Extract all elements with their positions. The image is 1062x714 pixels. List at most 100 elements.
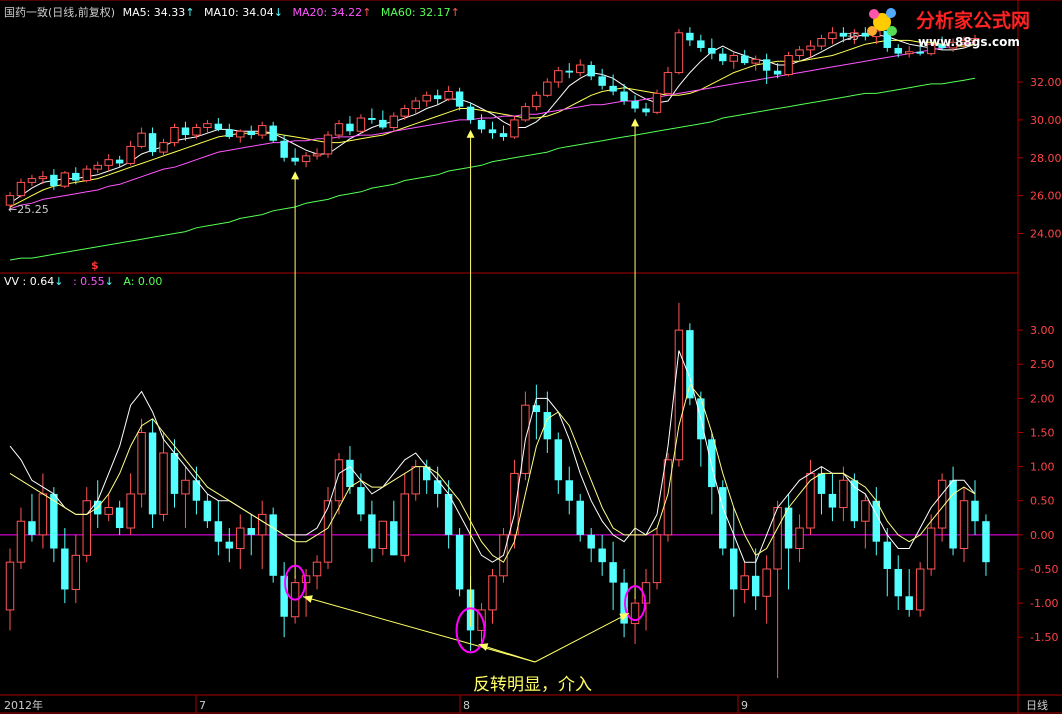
indicator-candle-down bbox=[894, 568, 902, 597]
ma5-label: MA5: 34.33 bbox=[123, 6, 186, 19]
price-candle-down bbox=[346, 123, 354, 132]
price-candle-down bbox=[587, 65, 595, 77]
price-candle-down bbox=[72, 172, 80, 181]
price-tick-label: 24.00 bbox=[1030, 227, 1062, 240]
chart-background bbox=[0, 0, 1062, 714]
indicator-candle-down bbox=[269, 514, 277, 576]
indicator-candle-down bbox=[576, 500, 584, 535]
indicator-candle-up bbox=[773, 507, 782, 570]
price-candle-down bbox=[466, 106, 475, 120]
indicator-candle-up bbox=[5, 561, 15, 611]
indicator-candle-down bbox=[554, 439, 563, 481]
stock-title: 国药一致(日线,前复权) bbox=[4, 5, 115, 19]
indicator-candle-down bbox=[817, 473, 826, 494]
indicator-candle-up bbox=[663, 459, 673, 536]
x-label-8: 8 bbox=[463, 699, 470, 712]
price-candle-up bbox=[60, 172, 70, 187]
indicator-candle-up bbox=[104, 507, 113, 515]
indicator-candle-down bbox=[455, 534, 464, 590]
indicator-candle-up bbox=[181, 479, 190, 495]
price-tick-label: 28.00 bbox=[1030, 152, 1062, 165]
indicator-candle-down bbox=[883, 541, 892, 569]
price-low-label: ←25.25 bbox=[8, 203, 49, 216]
signal-mark: $ bbox=[91, 259, 99, 272]
indicator-candle-up bbox=[16, 520, 26, 563]
a-label: A: 0.00 bbox=[123, 275, 162, 288]
indicator-candle-up bbox=[378, 520, 388, 550]
price-candle-up bbox=[400, 108, 410, 117]
price-candle-down bbox=[762, 59, 771, 71]
indicator-candle-down bbox=[982, 521, 990, 563]
price-candle-up bbox=[16, 181, 26, 197]
watermark-petal-icon bbox=[886, 8, 896, 18]
price-candle-down bbox=[477, 119, 486, 130]
indicator-tick-label: 2.00 bbox=[1030, 392, 1055, 405]
stock-chart[interactable]: 24.00 26.00 28.00 30.00 32.00 -1.50 -1.00 -0.5… bbox=[0, 0, 1062, 714]
indicator-candle-down bbox=[598, 548, 606, 563]
price-candle-down bbox=[620, 91, 628, 101]
price-candle-down bbox=[379, 119, 387, 128]
indicator-candle-up bbox=[861, 500, 870, 522]
indicator-candle-down bbox=[708, 439, 716, 488]
price-candle-up bbox=[652, 92, 662, 113]
indicator-candle-down bbox=[61, 548, 69, 590]
price-legend: 国药一致(日线,前复权) MA5: 34.33↑ MA10: 34.04↓ MA… bbox=[4, 5, 460, 19]
indicator-candle-up bbox=[236, 527, 245, 550]
vv-arrow: ↓ bbox=[54, 275, 63, 288]
ma10-arrow: ↓ bbox=[274, 6, 283, 19]
price-candle-down bbox=[291, 157, 299, 162]
indicator-candle-up bbox=[38, 493, 48, 536]
price-candle-down bbox=[499, 133, 508, 137]
indicator-candle-up bbox=[740, 575, 749, 590]
price-candle-up bbox=[729, 55, 738, 62]
x-label-year: 2012年 bbox=[4, 698, 43, 712]
price-candle-up bbox=[203, 123, 212, 128]
ma10-label: MA10: 34.04 bbox=[204, 6, 274, 19]
price-candle-up bbox=[751, 58, 760, 64]
indicator-candle-down bbox=[828, 493, 837, 508]
price-candle-up bbox=[532, 94, 541, 108]
indicator-candle-down bbox=[784, 507, 793, 549]
price-candle-down bbox=[225, 129, 234, 137]
price-candle-up bbox=[444, 91, 453, 100]
price-candle-down bbox=[686, 32, 694, 41]
watermark-petal-icon bbox=[887, 26, 897, 36]
price-candle-up bbox=[521, 106, 530, 121]
indicator-candle-up bbox=[257, 513, 267, 536]
indicator-candle-down bbox=[444, 493, 453, 535]
ma60-arrow: ↑ bbox=[451, 6, 460, 19]
price-candle-up bbox=[312, 153, 322, 157]
indicator-candle-down bbox=[225, 541, 234, 549]
price-candle-up bbox=[806, 45, 815, 51]
price-candle-up bbox=[784, 55, 793, 75]
indicator-candle-down bbox=[148, 432, 157, 515]
price-candle-up bbox=[38, 176, 48, 180]
indicator-candle-down bbox=[357, 487, 365, 515]
indicator-candle-up bbox=[137, 431, 146, 495]
x-label-9: 9 bbox=[741, 699, 748, 712]
indicator-candle-up bbox=[82, 500, 91, 556]
annotation-text: 反转明显，介入 bbox=[473, 675, 592, 695]
indicator-candle-down bbox=[28, 521, 36, 535]
price-candle-down bbox=[181, 127, 190, 136]
price-candle-down bbox=[433, 95, 442, 100]
price-candle-up bbox=[575, 64, 585, 74]
watermark-brand: 分析家公式网 bbox=[916, 9, 1030, 32]
indicator-candle-up bbox=[126, 493, 135, 529]
price-candle-up bbox=[159, 142, 168, 153]
price-candle-down bbox=[697, 40, 705, 48]
indicator-candle-down bbox=[730, 548, 738, 590]
indicator-tick-label: -1.00 bbox=[1030, 597, 1058, 610]
indicator-candle-down bbox=[872, 500, 881, 542]
price-candle-down bbox=[488, 129, 497, 134]
price-candle-up bbox=[904, 51, 914, 55]
price-tick-label: 30.00 bbox=[1030, 114, 1062, 127]
indicator-candle-down bbox=[565, 480, 573, 501]
ma5-arrow: ↑ bbox=[185, 6, 194, 19]
indicator-candle-down bbox=[203, 500, 212, 522]
indicator-candle-down bbox=[247, 528, 255, 535]
price-candle-down bbox=[368, 118, 376, 120]
price-candle-down bbox=[115, 159, 124, 164]
price-candle-down bbox=[916, 51, 924, 54]
price-candle-up bbox=[389, 115, 399, 128]
